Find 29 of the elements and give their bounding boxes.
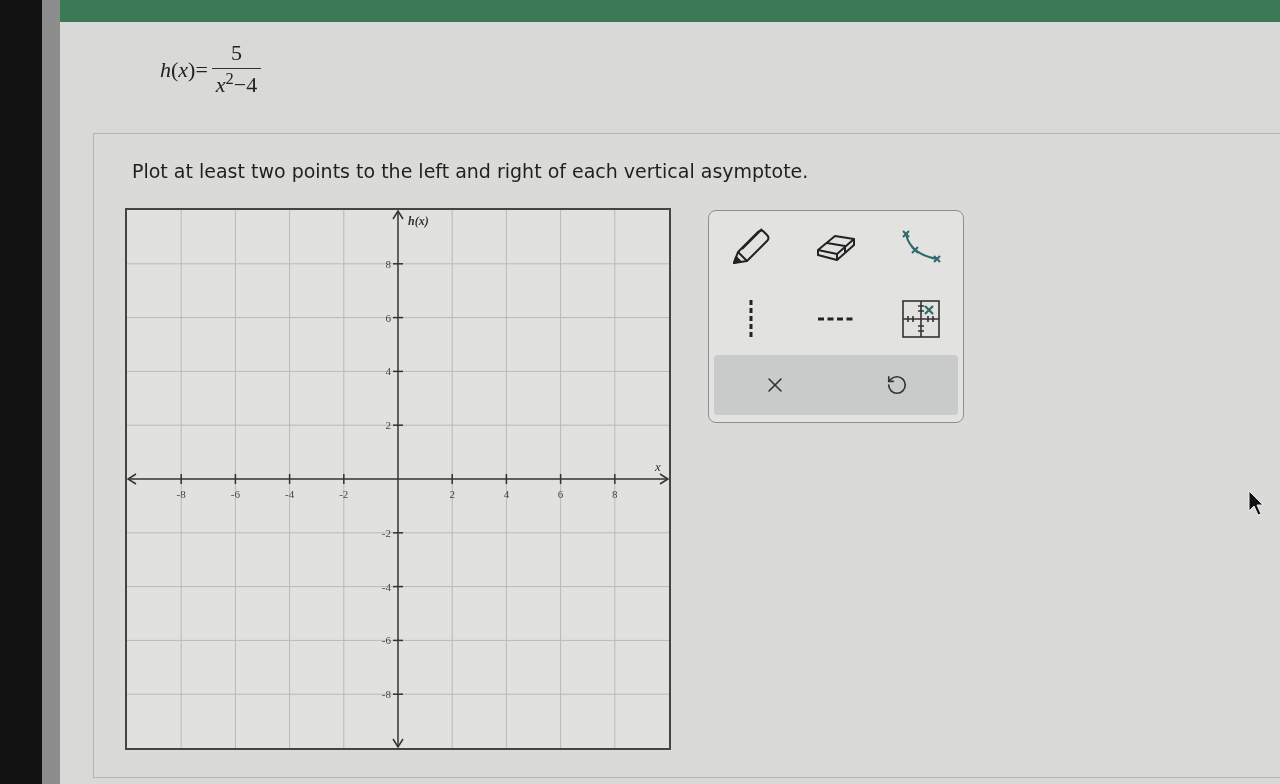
tick-label: -4 [381, 580, 391, 593]
tick-label: 2 [449, 488, 455, 500]
tick-label: 8 [385, 257, 391, 270]
tick-label: -8 [176, 488, 186, 500]
tick-label: -4 [285, 488, 295, 500]
formula: h(x)= 5 x$^{2}$−4 [160, 38, 262, 101]
curve-points-icon [900, 230, 941, 264]
instruction-text: Plot at least two points to the left and right of each vertical asymptote. [132, 160, 809, 182]
vertical-dashed-line-icon [748, 300, 755, 338]
tick-label: 8 [612, 488, 618, 500]
tick-label: 4 [385, 365, 391, 378]
cursor-icon [1248, 490, 1264, 516]
tick-label: -2 [381, 526, 391, 539]
graph-canvas[interactable]: -8 -6 -4 -2 2 4 6 8 -8 -6 -4 -2 2 4 6 8 h(x) x [125, 208, 671, 750]
tick-label: 2 [385, 419, 391, 432]
tick-label: -8 [381, 688, 391, 701]
tick-label: -6 [381, 634, 391, 647]
horizontal-dashed-line-icon [818, 316, 854, 322]
eraser-icon [815, 232, 857, 262]
axis-label: x [655, 459, 661, 474]
grid-point-icon [901, 300, 940, 338]
tick-label: -2 [339, 488, 349, 500]
tick-label: 6 [557, 488, 564, 500]
tick-label: 6 [385, 311, 391, 324]
tick-label: -6 [230, 488, 240, 500]
tick-label: 4 [503, 488, 510, 500]
undo-icon [886, 374, 908, 396]
pencil-icon [731, 228, 772, 266]
axis-label: h(x) [408, 214, 429, 228]
